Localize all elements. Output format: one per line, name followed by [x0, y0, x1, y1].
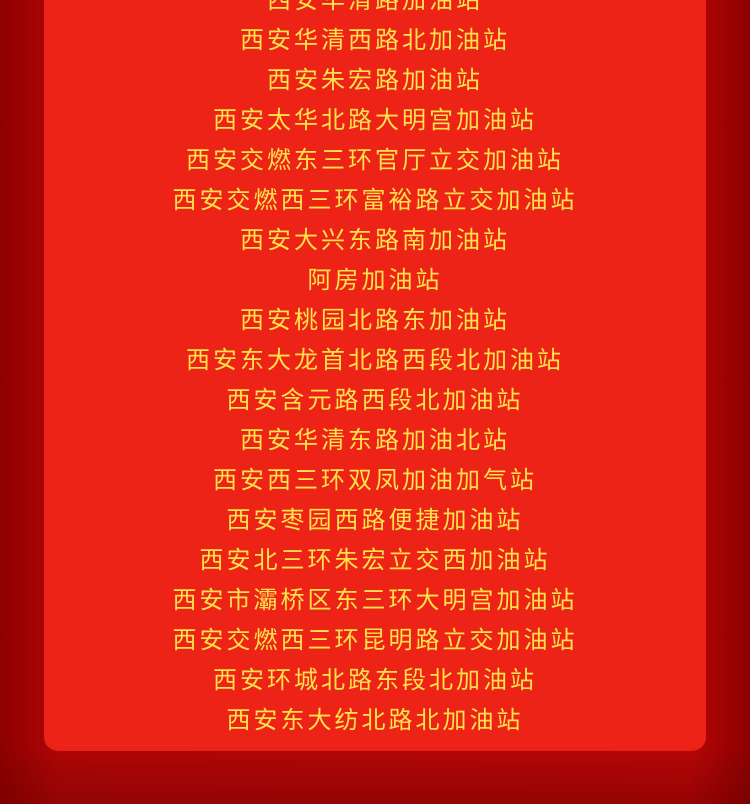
station-list-item: 西安华清西路北加油站 [240, 26, 510, 54]
station-list-item: 西安环城北路东段北加油站 [213, 666, 537, 694]
station-list-item: 西安西三环双凤加油加气站 [213, 466, 537, 494]
station-list-item: 西安枣园西路便捷加油站 [226, 506, 524, 534]
station-list-item: 西安北三环朱宏立交西加油站 [199, 546, 551, 574]
station-list: 西安华清路加油站 西安华清西路北加油站 西安朱宏路加油站 西安太华北路大明宫加油… [44, 0, 706, 740]
station-list-item: 西安含元路西段北加油站 [226, 386, 524, 414]
station-list-item: 西安桃园北路东加油站 [240, 306, 510, 334]
station-list-item: 西安大兴东路南加油站 [240, 226, 510, 254]
station-list-item: 西安东大龙首北路西段北加油站 [186, 346, 564, 374]
station-list-panel: 西安华清路加油站 西安华清西路北加油站 西安朱宏路加油站 西安太华北路大明宫加油… [44, 0, 706, 751]
station-list-item: 西安太华北路大明宫加油站 [213, 106, 537, 134]
station-list-item: 西安华清路加油站 [267, 0, 483, 14]
station-list-item: 西安交燃西三环富裕路立交加油站 [172, 186, 578, 214]
bottom-shade [0, 744, 750, 804]
station-list-item: 西安交燃西三环昆明路立交加油站 [172, 626, 578, 654]
station-list-item: 西安华清东路加油北站 [240, 426, 510, 454]
station-list-item: 西安市灞桥区东三环大明宫加油站 [172, 586, 578, 614]
station-list-item: 西安东大纺北路北加油站 [226, 706, 524, 734]
station-list-item: 阿房加油站 [307, 266, 443, 294]
station-list-item: 西安交燃东三环官厅立交加油站 [186, 146, 564, 174]
station-list-item: 西安朱宏路加油站 [267, 66, 483, 94]
